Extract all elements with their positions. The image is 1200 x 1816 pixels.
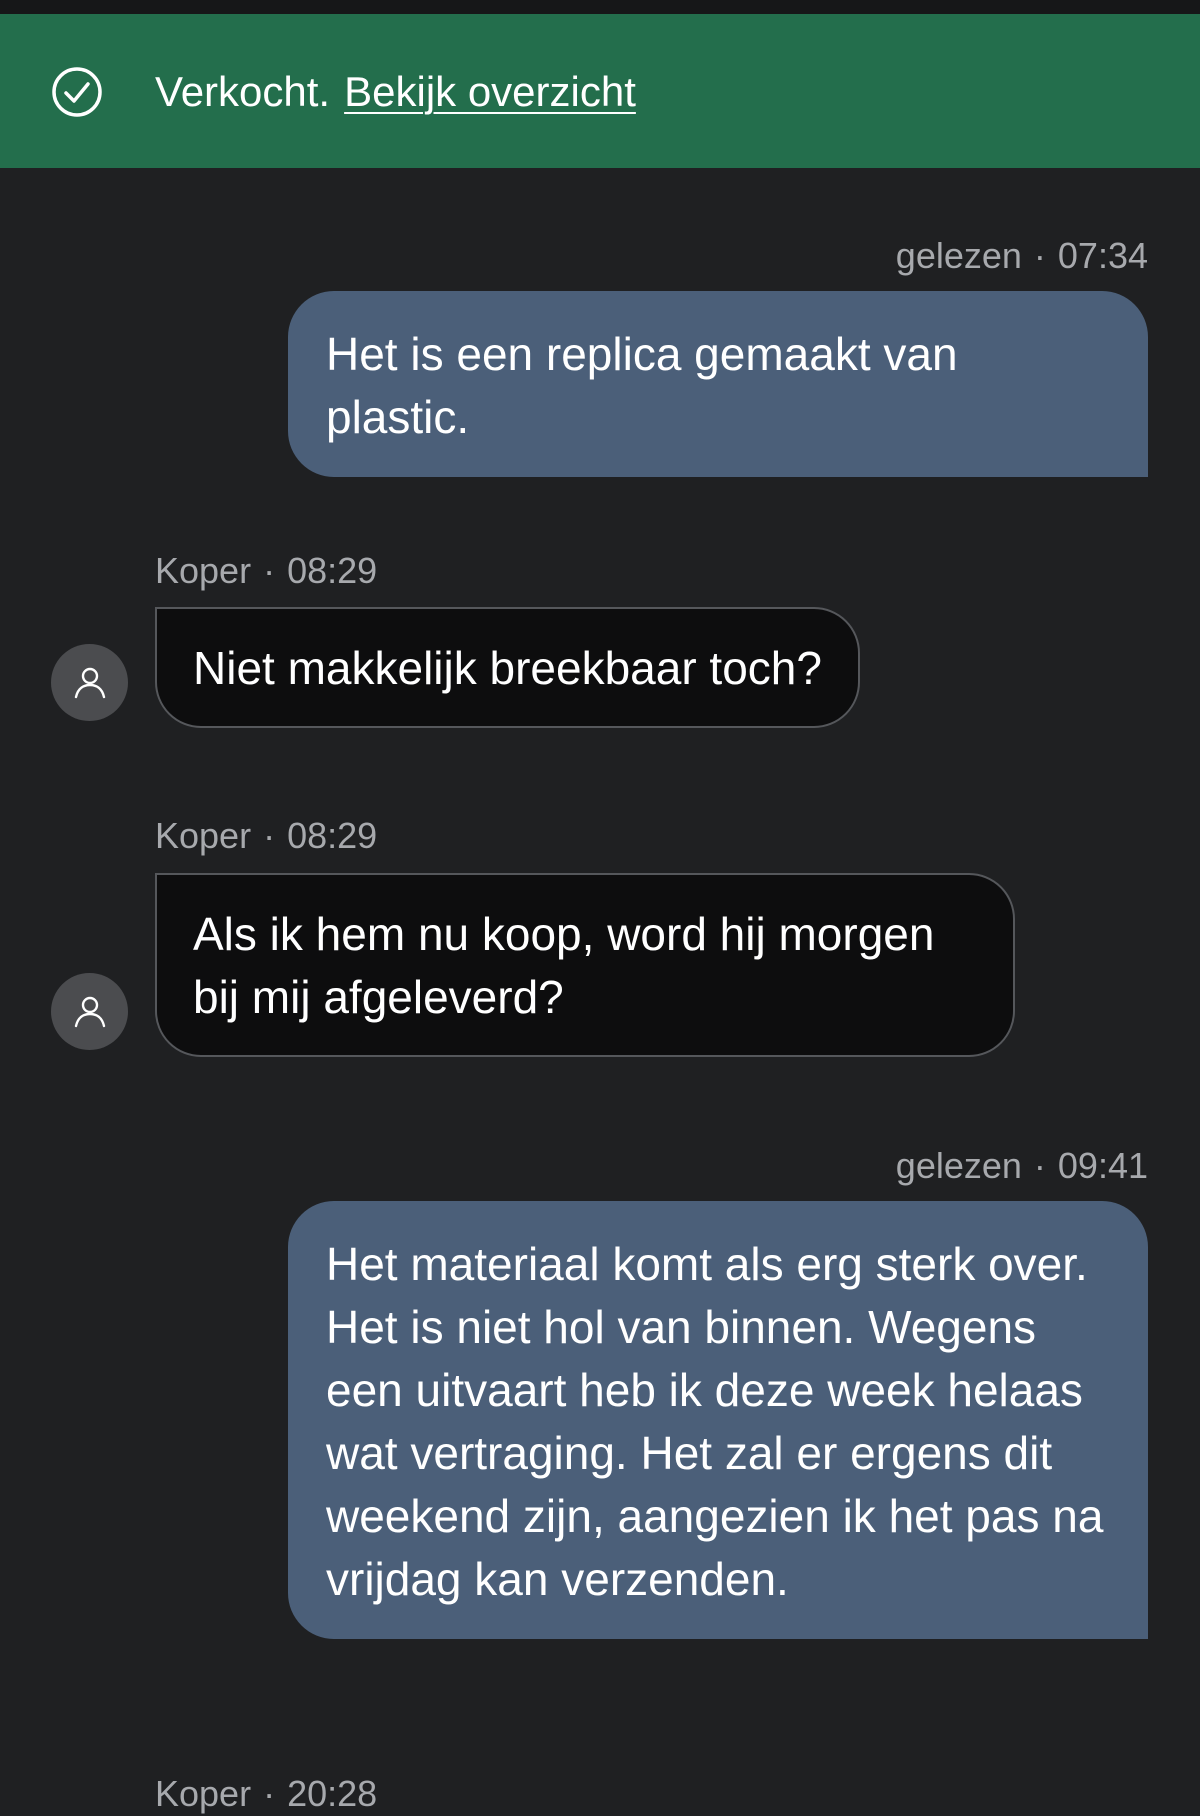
meta-separator: · — [1033, 1145, 1046, 1186]
message-time: 07:34 — [1057, 235, 1148, 276]
outgoing-message-bubble[interactable]: Het materiaal komt als erg sterk over. H… — [288, 1201, 1148, 1639]
incoming-message-bubble[interactable]: Niet makkelijk breekbaar toch? — [155, 607, 860, 728]
avatar[interactable] — [51, 644, 128, 721]
read-status: gelezen — [895, 235, 1022, 276]
message-time: 08:29 — [287, 550, 378, 591]
meta-separator: · — [1033, 235, 1046, 276]
banner-text: Verkocht. Bekijk overzicht — [155, 66, 636, 118]
outgoing-message-bubble[interactable]: Het is een replica gemaakt van plastic. — [288, 291, 1148, 477]
banner-status-text: Verkocht. — [155, 68, 331, 115]
message-meta: gelezen · 09:41 — [896, 1144, 1148, 1188]
sender-name: Koper — [155, 815, 252, 856]
message-meta: Koper · 08:29 — [155, 549, 377, 593]
sold-banner: Verkocht. Bekijk overzicht — [0, 14, 1200, 168]
message-time: 09:41 — [1057, 1145, 1148, 1186]
check-circle-icon — [51, 66, 103, 118]
user-icon — [74, 667, 105, 698]
top-status-strip — [0, 0, 1200, 14]
view-overview-link[interactable]: Bekijk overzicht — [344, 68, 636, 115]
read-status: gelezen — [895, 1145, 1022, 1186]
message-meta: Koper · 08:29 — [155, 814, 377, 858]
chat-thread[interactable]: gelezen · 07:34 Het is een replica gemaakt… — [0, 168, 1200, 1814]
message-time: 20:28 — [287, 1773, 378, 1814]
meta-separator: · — [263, 815, 276, 856]
meta-separator: · — [263, 1773, 276, 1814]
message-meta: Koper · 20:28 — [155, 1772, 377, 1816]
avatar[interactable] — [51, 973, 128, 1050]
sender-name: Koper — [155, 1773, 252, 1814]
message-time: 08:29 — [287, 815, 378, 856]
user-icon — [74, 996, 105, 1027]
message-meta: gelezen · 07:34 — [896, 234, 1148, 278]
sender-name: Koper — [155, 550, 252, 591]
incoming-message-bubble[interactable]: Als ik hem nu koop, word hij morgen bij … — [155, 873, 1015, 1057]
meta-separator: · — [263, 550, 276, 591]
